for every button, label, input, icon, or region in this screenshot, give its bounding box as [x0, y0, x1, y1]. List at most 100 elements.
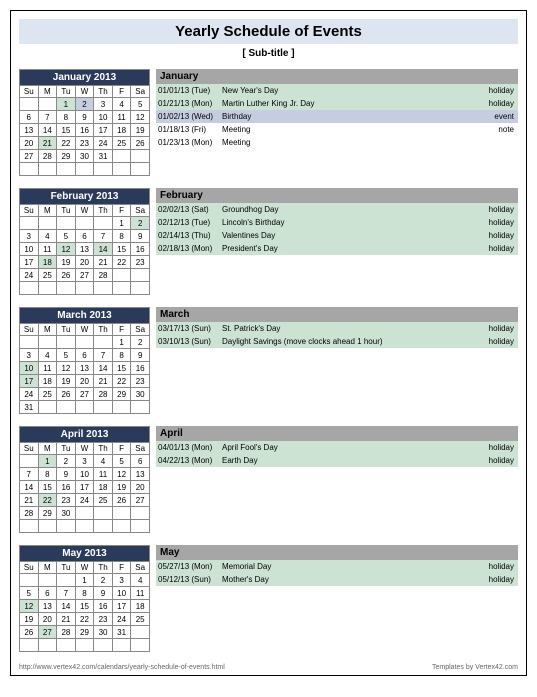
- day-header: W: [75, 562, 94, 574]
- calendar-cell: 8: [112, 230, 131, 243]
- calendar-cell: 21: [38, 137, 57, 150]
- calendar-cell-empty: [75, 163, 94, 176]
- event-row: 02/18/13 (Mon)President's Dayholiday: [156, 242, 518, 255]
- event-date: 01/21/13 (Mon): [156, 97, 220, 110]
- calendar-cell-empty: [112, 282, 131, 295]
- calendar-cell-empty: [94, 401, 113, 414]
- day-header: F: [112, 324, 131, 336]
- calendar-cell-empty: [131, 520, 150, 533]
- calendar-cell-empty: [112, 507, 131, 520]
- calendar-cell: 11: [94, 468, 113, 481]
- calendar-cell: 18: [131, 600, 150, 613]
- calendar-cell-empty: [57, 401, 76, 414]
- calendar-cell-empty: [20, 520, 39, 533]
- calendar-cell-empty: [75, 282, 94, 295]
- calendar-cell-empty: [20, 336, 39, 349]
- calendar-cell-empty: [112, 150, 131, 163]
- calendar-cell: 29: [57, 150, 76, 163]
- events-header-spacer: [394, 426, 518, 441]
- calendar-cell: 30: [75, 150, 94, 163]
- event-row: 01/21/13 (Mon)Martin Luther King Jr. Day…: [156, 97, 518, 110]
- calendar-cell-empty: [20, 163, 39, 176]
- calendar-cell: 6: [20, 111, 39, 124]
- events-month-name: February: [156, 188, 394, 203]
- calendar-cell: 5: [112, 455, 131, 468]
- event-type: holiday: [478, 242, 518, 255]
- calendar-cell: 8: [38, 468, 57, 481]
- calendar-cell: 4: [131, 574, 150, 587]
- calendar-cell: 23: [131, 256, 150, 269]
- events-month-name: March: [156, 307, 394, 322]
- day-header: Sa: [131, 562, 150, 574]
- calendar-cell: 26: [57, 388, 76, 401]
- day-header: M: [38, 562, 57, 574]
- calendar-month-header: March 2013: [20, 308, 150, 324]
- calendar-cell: 25: [94, 494, 113, 507]
- calendar-cell-empty: [20, 455, 39, 468]
- calendar-cell-empty: [94, 163, 113, 176]
- calendar-cell: 13: [75, 362, 94, 375]
- events-header: February: [156, 188, 518, 203]
- calendar-cell-empty: [38, 401, 57, 414]
- calendar-cell: 20: [38, 613, 57, 626]
- calendar-cell: 22: [38, 494, 57, 507]
- calendar-cell: 7: [94, 230, 113, 243]
- day-header: W: [75, 443, 94, 455]
- calendar-cell-empty: [94, 282, 113, 295]
- calendar-cell-empty: [75, 336, 94, 349]
- event-date: 03/10/13 (Sun): [156, 335, 220, 348]
- calendar-cell-empty: [94, 336, 113, 349]
- calendar-cell: 26: [20, 626, 39, 639]
- page: Yearly Schedule of Events [ Sub-title ] …: [10, 10, 527, 676]
- calendar-month-header: January 2013: [20, 70, 150, 86]
- calendar-cell: 18: [38, 375, 57, 388]
- calendar-cell: 25: [131, 613, 150, 626]
- footer-credit: Templates by Vertex42.com: [432, 664, 518, 671]
- calendar-cell: 3: [94, 98, 113, 111]
- day-header: Su: [20, 324, 39, 336]
- calendar-cell: 10: [94, 111, 113, 124]
- calendar-cell-empty: [75, 520, 94, 533]
- calendar-cell-empty: [131, 163, 150, 176]
- calendar-cell-empty: [131, 639, 150, 652]
- calendar-cell: 12: [131, 111, 150, 124]
- calendar-cell: 17: [112, 600, 131, 613]
- event-type: holiday: [478, 573, 518, 586]
- event-type: holiday: [478, 216, 518, 229]
- calendar-cell: 13: [75, 243, 94, 256]
- day-header: Tu: [57, 205, 76, 217]
- event-row: 01/18/13 (Fri)Meetingnote: [156, 123, 518, 136]
- calendar-cell-empty: [57, 163, 76, 176]
- day-header: Sa: [131, 443, 150, 455]
- calendar-cell: 9: [57, 468, 76, 481]
- month-block: May 2013SuMTuWThFSa123456789101112131415…: [19, 545, 518, 652]
- calendar-cell: 2: [57, 455, 76, 468]
- calendar-cell: 25: [38, 269, 57, 282]
- calendar-cell-empty: [57, 282, 76, 295]
- events-header: March: [156, 307, 518, 322]
- event-date: 02/14/13 (Thu): [156, 229, 220, 242]
- events-header: January: [156, 69, 518, 84]
- event-type: [478, 136, 518, 149]
- calendar-cell: 28: [38, 150, 57, 163]
- calendar-cell: 6: [75, 349, 94, 362]
- calendar-cell: 14: [20, 481, 39, 494]
- calendar-cell: 26: [131, 137, 150, 150]
- calendar-cell: 15: [75, 600, 94, 613]
- months-container: January 2013SuMTuWThFSa12345678910111213…: [19, 69, 518, 652]
- calendar-cell-empty: [20, 639, 39, 652]
- calendar-cell: 24: [75, 494, 94, 507]
- event-description: Birthday: [220, 110, 478, 123]
- calendar-cell: 16: [94, 600, 113, 613]
- day-header: Th: [94, 324, 113, 336]
- event-date: 02/18/13 (Mon): [156, 242, 220, 255]
- calendar-cell: 22: [112, 256, 131, 269]
- day-header: M: [38, 324, 57, 336]
- calendar-cell-empty: [131, 269, 150, 282]
- calendar-month-header: May 2013: [20, 546, 150, 562]
- event-row: 02/12/13 (Tue)Lincoln's Birthdayholiday: [156, 216, 518, 229]
- calendar-cell: 10: [20, 362, 39, 375]
- event-row: 02/14/13 (Thu)Valentines Dayholiday: [156, 229, 518, 242]
- calendar-column: April 2013SuMTuWThFSa1234567891011121314…: [19, 426, 150, 533]
- calendar-cell: 14: [94, 362, 113, 375]
